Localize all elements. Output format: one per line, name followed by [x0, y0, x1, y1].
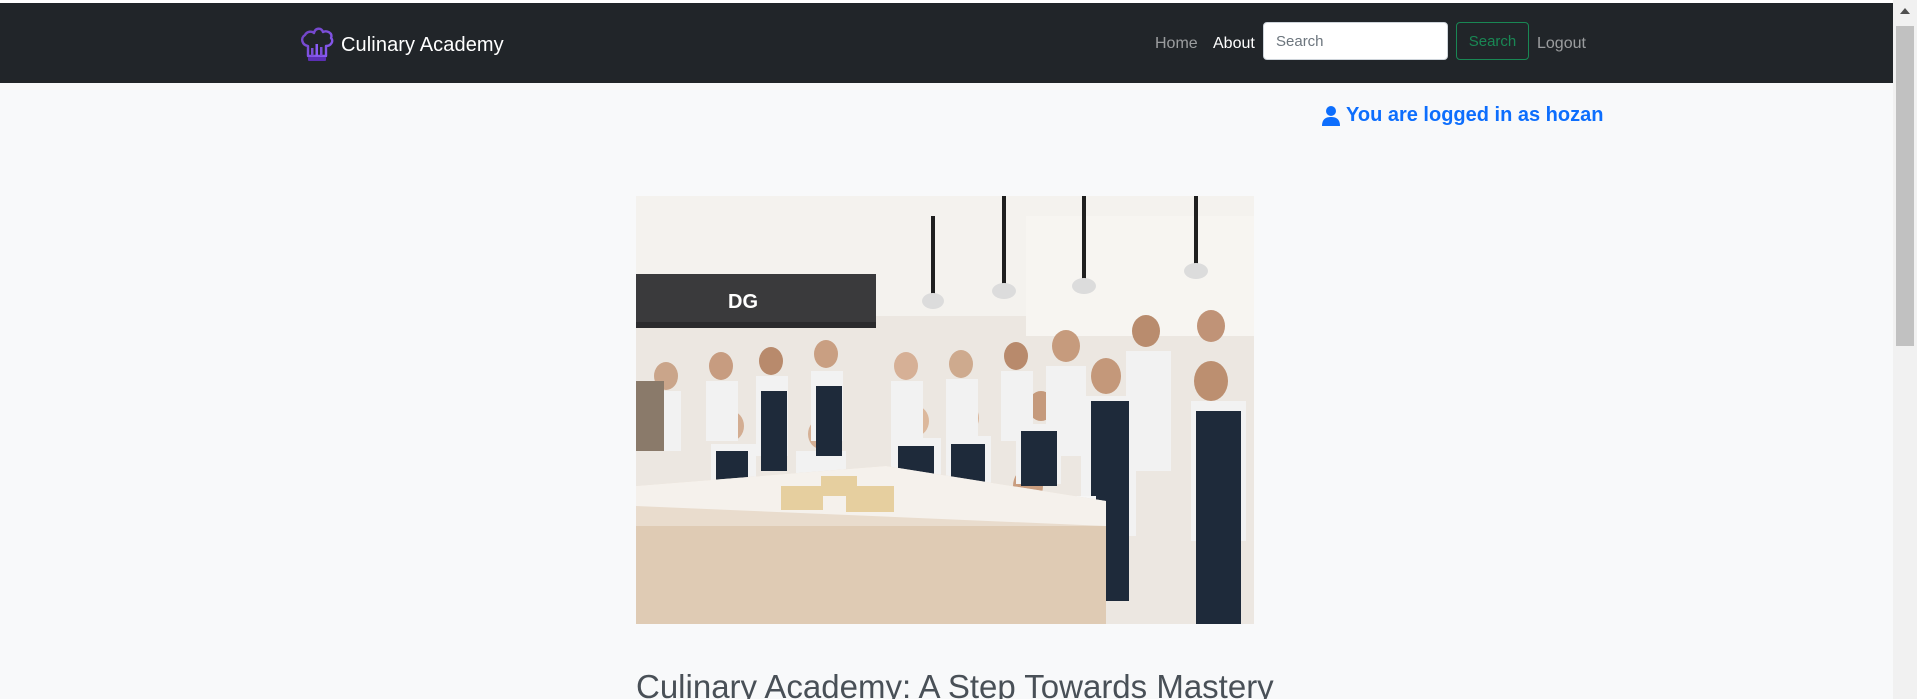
user-icon [1322, 105, 1340, 126]
chefs-team-photo: DG [636, 196, 1254, 624]
vertical-scrollbar[interactable] [1893, 0, 1917, 699]
hero-image: DG [636, 196, 1254, 624]
brand-name: Culinary Academy [341, 33, 504, 56]
search-button[interactable]: Search [1456, 22, 1529, 60]
svg-text:DG: DG [728, 291, 758, 313]
scroll-up-button[interactable] [1893, 0, 1917, 22]
search-input[interactable] [1263, 22, 1448, 60]
nav-logout-link[interactable]: Logout [1537, 35, 1586, 53]
logged-in-text: You are logged in as hozan [1346, 104, 1604, 126]
page: Culinary Academy Home About Search Logou… [0, 0, 1917, 699]
scrollbar-thumb[interactable] [1896, 26, 1914, 346]
brand-link[interactable]: Culinary Academy [299, 25, 504, 65]
nav-about-link[interactable]: About [1213, 35, 1255, 53]
logged-in-status: You are logged in as hozan [1322, 104, 1603, 127]
chevron-up-icon [1900, 8, 1910, 14]
chef-hat-icon [300, 27, 334, 61]
article-title: Culinary Academy: A Step Towards Mastery [636, 668, 1274, 699]
nav-home-link[interactable]: Home [1155, 35, 1198, 53]
navbar: Culinary Academy Home About Search Logou… [0, 3, 1893, 83]
